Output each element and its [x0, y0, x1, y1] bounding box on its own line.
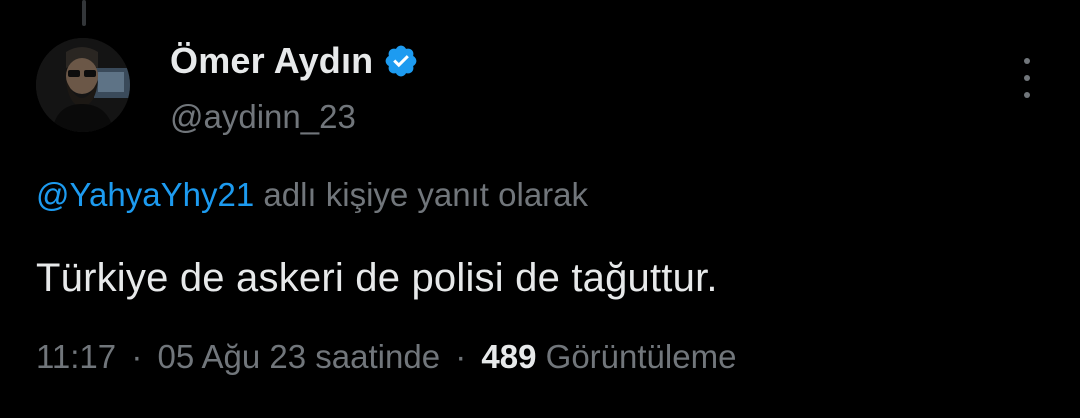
- reply-to-handle-link[interactable]: @YahyaYhy21: [36, 176, 254, 213]
- verified-badge-icon: [383, 43, 419, 79]
- meta-separator: ·: [455, 338, 467, 375]
- meta-separator: ·: [131, 338, 143, 375]
- tweet-text: Türkiye de askeri de polisi de tağuttur.: [36, 256, 718, 300]
- more-dot: [1024, 75, 1030, 81]
- views-count: 489: [481, 338, 537, 375]
- tweet-date[interactable]: 05 Ağu 23 saatinde: [157, 338, 440, 375]
- avatar[interactable]: [36, 38, 130, 132]
- more-vertical-icon[interactable]: [1014, 58, 1040, 98]
- reply-context-label: adlı kişiye yanıt olarak: [263, 176, 589, 213]
- author-name-row: Ömer Aydın: [170, 40, 419, 82]
- author-handle[interactable]: @aydinn_23: [170, 98, 356, 136]
- more-dot: [1024, 58, 1030, 64]
- tweet-meta: 11:17 · 05 Ağu 23 saatinde · 489 Görüntü…: [36, 338, 736, 376]
- thread-connector-line: [82, 0, 86, 26]
- author-display-name[interactable]: Ömer Aydın: [170, 40, 373, 82]
- tweet-time[interactable]: 11:17: [36, 338, 116, 375]
- views-label: Görüntüleme: [545, 338, 737, 375]
- more-dot: [1024, 92, 1030, 98]
- avatar-image: [36, 38, 130, 132]
- reply-context: @YahyaYhy21 adlı kişiye yanıt olarak: [36, 176, 588, 214]
